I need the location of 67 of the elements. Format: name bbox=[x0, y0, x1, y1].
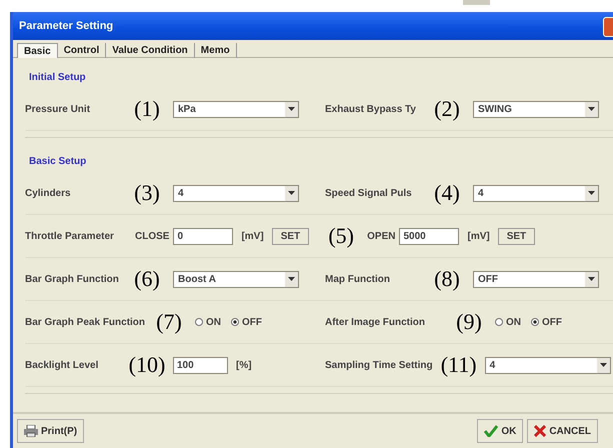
dropdown[interactable]: 4 bbox=[173, 184, 299, 202]
callout-number: (10) bbox=[128, 352, 166, 378]
field-label: Speed Signal Puls bbox=[325, 188, 413, 198]
set-button[interactable]: SET bbox=[498, 228, 536, 244]
printer-icon bbox=[24, 425, 38, 437]
field-label: Cylinders bbox=[25, 188, 72, 198]
callout-number: (3) bbox=[133, 180, 161, 206]
radio-button[interactable] bbox=[495, 318, 503, 326]
field-label: Throttle Parameter bbox=[25, 230, 115, 242]
dropdown[interactable]: SWING bbox=[473, 100, 599, 118]
field-label: Pressure Unit bbox=[25, 104, 92, 114]
dropdown-arrow-icon bbox=[288, 277, 295, 281]
cancel-button[interactable]: CANCEL bbox=[527, 419, 598, 443]
field-label: Exhaust Bypass Ty bbox=[325, 104, 417, 114]
dropdown[interactable]: OFF bbox=[473, 270, 599, 288]
tab[interactable]: Basic bbox=[17, 43, 58, 58]
callout-number: (1) bbox=[133, 96, 161, 122]
section-title: Basic Setup bbox=[29, 154, 88, 168]
callout-number: (11) bbox=[440, 352, 478, 378]
radio-button[interactable] bbox=[531, 318, 539, 326]
check-icon bbox=[484, 425, 498, 437]
dropdown-arrow-icon bbox=[588, 277, 595, 281]
callout-number: (4) bbox=[433, 180, 461, 206]
window-title: Parameter Setting bbox=[19, 20, 114, 32]
callout-number: (9) bbox=[455, 309, 483, 335]
callout-number: (7) bbox=[155, 309, 183, 335]
tab[interactable]: Value Condition bbox=[106, 43, 195, 58]
end-label: CLOSE bbox=[135, 230, 170, 242]
radio-button[interactable] bbox=[195, 318, 203, 326]
dropdown-arrow-icon bbox=[288, 107, 295, 111]
dropdown[interactable]: 4 bbox=[473, 184, 599, 202]
dropdown-arrow-icon bbox=[600, 363, 607, 367]
tab[interactable]: Control bbox=[58, 43, 106, 58]
set-button[interactable]: SET bbox=[272, 228, 310, 244]
end-label: OPEN bbox=[367, 230, 396, 242]
callout-number: (8) bbox=[433, 266, 461, 292]
callout-number: (6) bbox=[133, 266, 161, 292]
radio-label: OFF bbox=[542, 316, 562, 328]
dropdown-arrow-icon bbox=[588, 107, 595, 111]
dropdown[interactable]: Boost A bbox=[173, 270, 299, 288]
ok-button[interactable]: OK bbox=[477, 419, 524, 443]
field-label: Map Function bbox=[325, 274, 391, 284]
radio-label: ON bbox=[206, 316, 221, 328]
radio-label: ON bbox=[506, 316, 521, 328]
dropdown[interactable]: kPa bbox=[173, 100, 299, 118]
input-field[interactable]: 100 bbox=[173, 356, 228, 374]
section-title: Initial Setup bbox=[29, 70, 87, 84]
unit-label: [mV] bbox=[241, 230, 264, 242]
field-label: Bar Graph Function bbox=[25, 274, 120, 284]
field-label: Bar Graph Peak Function bbox=[25, 316, 143, 328]
field-label: Backlight Level bbox=[25, 360, 100, 370]
radio-button[interactable] bbox=[231, 318, 239, 326]
dropdown[interactable]: 4 bbox=[484, 356, 611, 374]
input-field[interactable]: 0 bbox=[173, 228, 234, 244]
dropdown-arrow-icon bbox=[588, 191, 595, 195]
tab[interactable]: Memo bbox=[194, 43, 237, 58]
field-label: After Image Function bbox=[325, 316, 426, 328]
print-button[interactable]: Print(P) bbox=[17, 419, 84, 443]
radio-label: OFF bbox=[242, 316, 262, 328]
callout-number: (2) bbox=[433, 96, 461, 122]
close-icon bbox=[534, 425, 546, 437]
unit-label: [mV] bbox=[467, 230, 490, 242]
input-field[interactable]: 5000 bbox=[399, 228, 460, 244]
unit-label: [%] bbox=[236, 360, 252, 370]
dropdown-arrow-icon bbox=[288, 191, 295, 195]
field-label: Sampling Time Setting bbox=[325, 360, 433, 370]
callout-number: (5) bbox=[327, 223, 355, 249]
